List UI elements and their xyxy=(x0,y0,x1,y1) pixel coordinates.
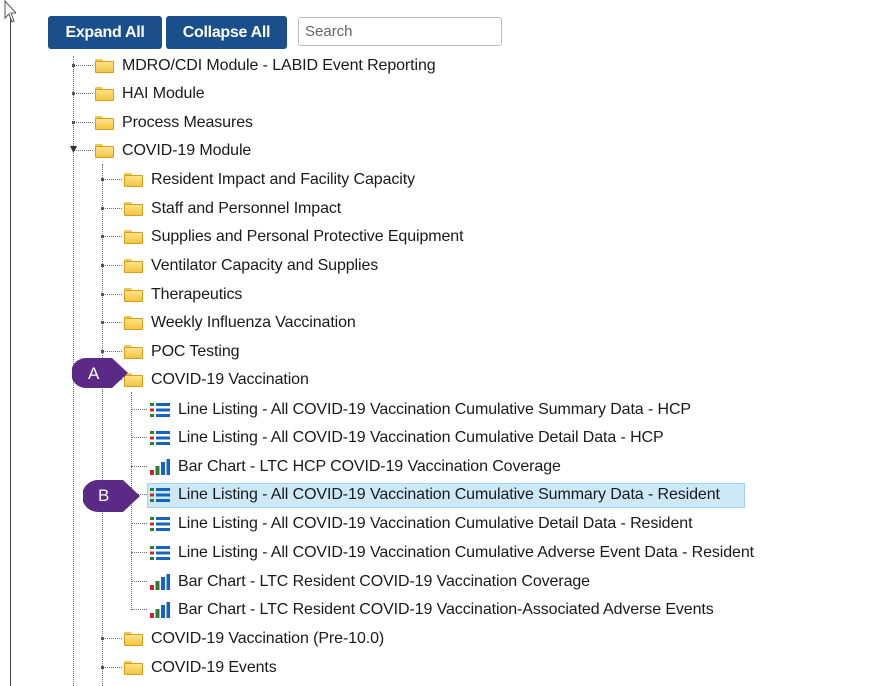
folder-icon xyxy=(95,59,114,73)
tree-node-label: COVID-19 Vaccination (Pre-10.0) xyxy=(151,630,385,647)
expanded-toggle-icon[interactable] xyxy=(70,146,77,153)
tree-node-label: Staff and Personnel Impact xyxy=(151,200,342,217)
folder-icon xyxy=(124,632,143,646)
callout-badge-b xyxy=(83,480,140,512)
bar-chart-icon xyxy=(150,602,170,618)
tree-node-label: MDRO/CDI Module - LABID Event Reporting xyxy=(122,57,436,74)
folder-icon xyxy=(95,144,114,158)
report-item[interactable]: Line Listing - All COVID-19 Vaccination … xyxy=(131,511,693,537)
report-label: Line Listing - All COVID-19 Vaccination … xyxy=(178,429,664,446)
tree-node-label: COVID-19 Vaccination xyxy=(151,371,309,388)
list-icon xyxy=(150,517,170,531)
folder-icon xyxy=(124,259,143,273)
list-icon xyxy=(150,431,170,445)
report-item[interactable]: Line Listing - All COVID-19 Vaccination … xyxy=(131,425,664,451)
tree-node-covid-module[interactable]: COVID-19 Module xyxy=(70,138,252,164)
list-icon xyxy=(150,488,170,502)
tree-node-label: COVID-19 Events xyxy=(151,659,277,676)
tree-node-label: Supplies and Personal Protective Equipme… xyxy=(151,228,464,245)
mouse-cursor-icon xyxy=(4,0,16,23)
folder-icon xyxy=(124,173,143,187)
report-label: Bar Chart - LTC HCP COVID-19 Vaccination… xyxy=(178,458,561,475)
folder-icon xyxy=(95,116,114,130)
folder-icon xyxy=(124,230,143,244)
tree-node-therapeutics[interactable]: Therapeutics xyxy=(101,282,243,308)
tree-node-label: Therapeutics xyxy=(151,286,243,303)
folder-icon xyxy=(95,87,114,101)
folder-icon xyxy=(124,316,143,330)
search-input[interactable] xyxy=(298,17,502,46)
selection-highlight: Line Listing - All COVID-19 Vaccination … xyxy=(147,482,745,508)
callout-letter-b: B xyxy=(98,486,110,505)
tree-node-label: HAI Module xyxy=(122,85,205,102)
folder-icon xyxy=(124,288,143,302)
tree-node-label: Resident Impact and Facility Capacity xyxy=(151,171,415,188)
tree-node-covid-vaccination[interactable]: COVID-19 Vaccination xyxy=(102,367,309,393)
tree-node-label: Process Measures xyxy=(122,114,253,131)
tree-node-process-measures[interactable]: Process Measures xyxy=(72,110,253,136)
collapse-all-button[interactable]: Collapse All xyxy=(166,16,287,49)
expand-all-button[interactable]: Expand All xyxy=(48,16,162,49)
tree-node-mdro-cdi[interactable]: MDRO/CDI Module - LABID Event Reporting xyxy=(72,53,436,79)
tree-node-covid-events[interactable]: COVID-19 Events xyxy=(101,655,277,681)
report-label: Bar Chart - LTC Resident COVID-19 Vaccin… xyxy=(178,573,590,590)
tree-node-label: COVID-19 Module xyxy=(122,142,252,159)
report-label: Bar Chart - LTC Resident COVID-19 Vaccin… xyxy=(178,601,714,618)
report-item[interactable]: Bar Chart - LTC Resident COVID-19 Vaccin… xyxy=(131,597,714,623)
tree-node-label: Weekly Influenza Vaccination xyxy=(151,314,356,331)
report-item[interactable]: Bar Chart - LTC HCP COVID-19 Vaccination… xyxy=(131,454,561,480)
tree-node-ventilator[interactable]: Ventilator Capacity and Supplies xyxy=(101,253,379,279)
report-item[interactable]: Line Listing - All COVID-19 Vaccination … xyxy=(131,397,691,423)
tree-node-supplies-ppe[interactable]: Supplies and Personal Protective Equipme… xyxy=(101,224,464,250)
report-item[interactable]: Bar Chart - LTC Resident COVID-19 Vaccin… xyxy=(131,569,590,595)
tree-node-label: Ventilator Capacity and Supplies xyxy=(151,257,379,274)
list-icon xyxy=(150,403,170,417)
bar-chart-icon xyxy=(150,574,170,590)
bar-chart-icon xyxy=(150,459,170,475)
tree-node-weekly-influenza[interactable]: Weekly Influenza Vaccination xyxy=(101,310,356,336)
tree-node-covid-vaccination-pre10[interactable]: COVID-19 Vaccination (Pre-10.0) xyxy=(101,626,385,652)
report-label: Line Listing - All COVID-19 Vaccination … xyxy=(178,544,754,561)
folder-icon xyxy=(124,202,143,216)
callout-letter-a: A xyxy=(88,364,100,383)
report-item[interactable]: Line Listing - All COVID-19 Vaccination … xyxy=(131,540,754,566)
report-label: Line Listing - All COVID-19 Vaccination … xyxy=(178,515,693,532)
tree-node-label: POC Testing xyxy=(151,343,240,360)
tree-node-hai-module[interactable]: HAI Module xyxy=(72,81,205,107)
pane-border xyxy=(10,18,11,686)
list-icon xyxy=(150,546,170,560)
callout-badge-a xyxy=(72,358,128,388)
report-label: Line Listing - All COVID-19 Vaccination … xyxy=(178,401,691,418)
report-label: Line Listing - All COVID-19 Vaccination … xyxy=(178,486,720,503)
tree-node-resident-impact[interactable]: Resident Impact and Facility Capacity xyxy=(101,167,415,193)
tree-node-staff-impact[interactable]: Staff and Personnel Impact xyxy=(101,196,342,222)
folder-icon xyxy=(124,661,143,675)
report-item-selected[interactable]: Line Listing - All COVID-19 Vaccination … xyxy=(131,482,745,508)
